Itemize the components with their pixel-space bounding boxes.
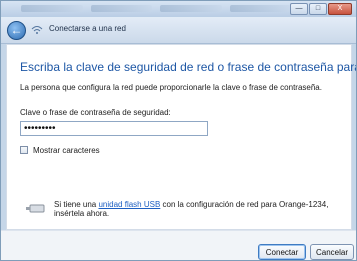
close-button[interactable]: X: [328, 3, 352, 15]
usb-text-line2: insértela ahora.: [54, 209, 110, 218]
password-field-label: Clave o frase de contraseña de seguridad…: [20, 108, 171, 117]
connect-button[interactable]: Conectar: [258, 244, 306, 260]
show-characters-checkbox[interactable]: [20, 146, 28, 154]
show-characters-row[interactable]: Mostrar caracteres: [20, 144, 100, 156]
usb-text-prefix: Si tiene una: [54, 200, 99, 209]
usb-text-suffix: con la configuración de red para Orange-…: [160, 200, 329, 209]
usb-instructions: Si tiene una unidad flash USB con la con…: [54, 200, 328, 218]
wifi-icon: [31, 24, 43, 36]
cancel-button[interactable]: Cancelar: [310, 244, 354, 260]
maximize-button[interactable]: □: [309, 3, 327, 15]
show-characters-label: Mostrar caracteres: [33, 145, 100, 155]
usb-drive-icon: [25, 200, 45, 213]
minimize-button[interactable]: —: [290, 3, 308, 15]
dialog-footer: Conectar Cancelar: [1, 230, 356, 260]
navigation-bar: ← Conectarse a una red: [1, 17, 356, 44]
dialog-content: Escriba la clave de seguridad de red o f…: [6, 44, 356, 230]
dialog-subtext: La persona que configura la red puede pr…: [20, 83, 322, 92]
connect-network-window: — □ X ← Conectarse a una red Escriba la …: [0, 0, 357, 261]
dialog-heading: Escriba la clave de seguridad de red o f…: [20, 60, 356, 74]
nav-title: Conectarse a una red: [49, 24, 126, 33]
password-input[interactable]: •••••••••: [20, 121, 208, 136]
usb-link[interactable]: unidad flash USB: [98, 200, 160, 209]
back-arrow-icon[interactable]: ←: [7, 21, 26, 40]
window-controls: — □ X: [290, 3, 352, 15]
blurred-background-tabs: [21, 4, 291, 14]
title-bar: — □ X: [1, 1, 356, 17]
